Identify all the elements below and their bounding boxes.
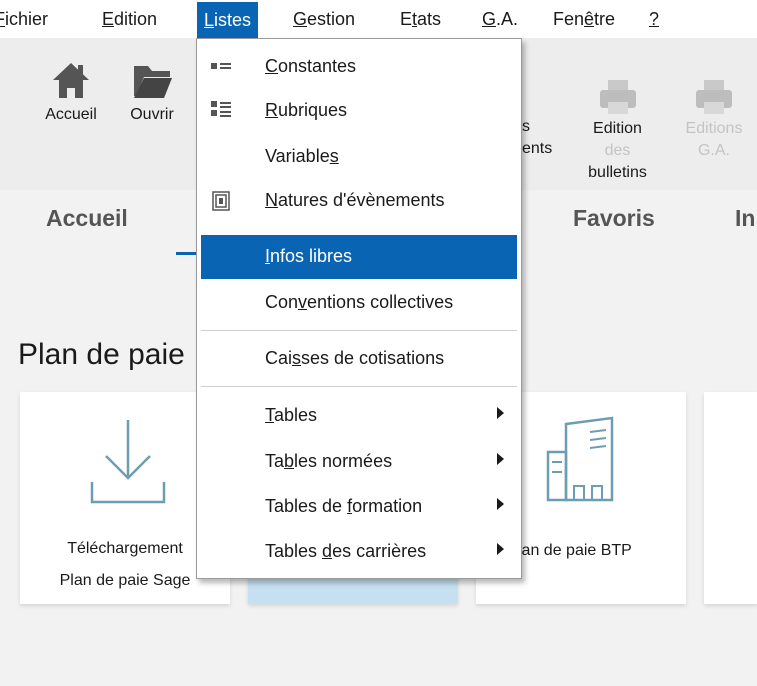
ouvrir-button[interactable]: Ouvrir — [118, 60, 186, 126]
menu-edition-accel: E — [102, 9, 115, 29]
menu-item-natures-evenements[interactable]: Natures d'évènements — [201, 179, 517, 223]
menu-item-tables-formation-label: Tables de formation — [265, 496, 423, 516]
menu-listes-rest: istes — [214, 10, 252, 30]
constants-icon — [211, 63, 231, 69]
submenu-arrow-icon — [497, 498, 504, 510]
menu-edition[interactable]: Edition — [102, 9, 157, 30]
menu-item-constantes[interactable]: Constantes — [201, 45, 517, 89]
active-tab-indicator — [176, 252, 198, 255]
menu-edition-rest: dition — [114, 9, 158, 29]
rubriques-icon — [211, 101, 231, 117]
listes-dropdown-menu: Constantes Rubriques Variables Natures d… — [196, 38, 522, 579]
accueil-label: Accueil — [45, 106, 97, 123]
event-natures-icon — [212, 191, 230, 211]
menu-item-rubriques[interactable]: Rubriques — [201, 89, 517, 133]
menu-item-tables-normees[interactable]: Tables normées — [201, 440, 517, 484]
menu-gestion-rest: estion — [307, 9, 356, 29]
printer-icon — [696, 80, 732, 114]
menu-separator — [201, 386, 517, 387]
folder-open-icon — [134, 66, 172, 98]
menu-item-tables-normees-label: Tables normées — [265, 451, 393, 471]
menu-bar: Fichier Edition Listes Gestion Etats G.A… — [0, 0, 757, 38]
menu-item-rubriques-label: Rubriques — [265, 100, 348, 120]
menu-gestion-accel: G — [293, 9, 308, 29]
menu-fichier-rest: ichier — [5, 9, 49, 29]
menu-ga[interactable]: G.A. — [482, 9, 518, 30]
menu-fenetre-accel: ê — [584, 9, 595, 29]
tab-favoris[interactable]: Favoris — [573, 205, 655, 232]
tab-accueil[interactable]: Accueil — [46, 205, 128, 232]
card-partial[interactable] — [704, 392, 757, 604]
menu-item-tables-label: Tables — [265, 405, 318, 425]
menu-item-caisses-cotisations-label: Caisses de cotisations — [265, 348, 445, 368]
submenu-arrow-icon — [497, 453, 504, 465]
section-title: Plan de paie — [18, 338, 185, 371]
download-icon — [90, 420, 166, 504]
editions-ga-button[interactable]: Editions G.A. — [672, 78, 756, 162]
menu-etats-rest: ats — [417, 9, 442, 29]
menu-ga-rest: .A. — [496, 9, 519, 29]
menu-item-conventions-collectives[interactable]: Conventions collectives — [201, 281, 517, 325]
partial-ribbon-button[interactable]: s ents — [522, 116, 562, 160]
tab-partial[interactable]: In — [735, 205, 755, 232]
card-plan-btp-label: lan de paie BTP — [518, 542, 632, 559]
menu-item-infos-libres[interactable]: Infos libres — [201, 235, 517, 279]
edition-bulletins-label-1: Edition — [593, 120, 642, 137]
submenu-arrow-icon — [497, 543, 504, 555]
menu-gestion[interactable]: Gestion — [293, 9, 355, 30]
edition-bulletins-button[interactable]: Edition des bulletins — [570, 78, 665, 184]
accueil-button[interactable]: Accueil — [38, 60, 104, 126]
partial-ribbon-label-2: ents — [522, 140, 553, 157]
menu-item-constantes-label: Constantes — [265, 56, 357, 76]
menu-item-tables[interactable]: Tables — [201, 394, 517, 438]
menu-fichier[interactable]: Fichier — [0, 9, 48, 30]
building-icon — [546, 416, 614, 502]
menu-fenetre[interactable]: Fenêtre — [553, 9, 615, 30]
menu-item-caisses-cotisations[interactable]: Caisses de cotisations — [201, 337, 517, 381]
menu-item-tables-formation[interactable]: Tables de formation — [201, 485, 517, 529]
menu-listes[interactable]: Listes — [197, 2, 259, 38]
home-icon — [53, 63, 89, 98]
editions-ga-label-2: G.A. — [697, 142, 730, 159]
partial-ribbon-label-1: s — [522, 118, 530, 135]
editions-ga-label-1: Editions — [685, 120, 743, 137]
ouvrir-label: Ouvrir — [130, 106, 174, 123]
menu-item-tables-carrieres[interactable]: Tables des carrières — [201, 530, 517, 574]
menu-item-variables[interactable]: Variables — [201, 135, 517, 179]
menu-fenetre-pre: Fen — [553, 9, 585, 29]
menu-item-conventions-collectives-label: Conventions collectives — [265, 292, 454, 312]
edition-bulletins-label-2: des — [604, 142, 631, 159]
menu-item-tables-carrieres-label: Tables des carrières — [265, 541, 427, 561]
menu-etats-pre: E — [400, 9, 413, 29]
menu-fenetre-rest: tre — [594, 9, 616, 29]
menu-help[interactable]: ? — [649, 9, 659, 30]
menu-item-natures-evenements-label: Natures d'évènements — [265, 190, 445, 210]
submenu-arrow-icon — [497, 407, 504, 419]
menu-separator — [201, 330, 517, 331]
menu-item-infos-libres-label: Infos libres — [265, 246, 353, 266]
edition-bulletins-label-3: bulletins — [588, 164, 647, 181]
menu-listes-accel: L — [204, 10, 215, 30]
printer-icon — [599, 80, 636, 114]
menu-help-accel: ? — [649, 9, 660, 29]
menu-item-variables-label: Variables — [265, 146, 339, 166]
menu-etats[interactable]: Etats — [400, 9, 441, 30]
menu-ga-accel: G — [482, 9, 497, 29]
